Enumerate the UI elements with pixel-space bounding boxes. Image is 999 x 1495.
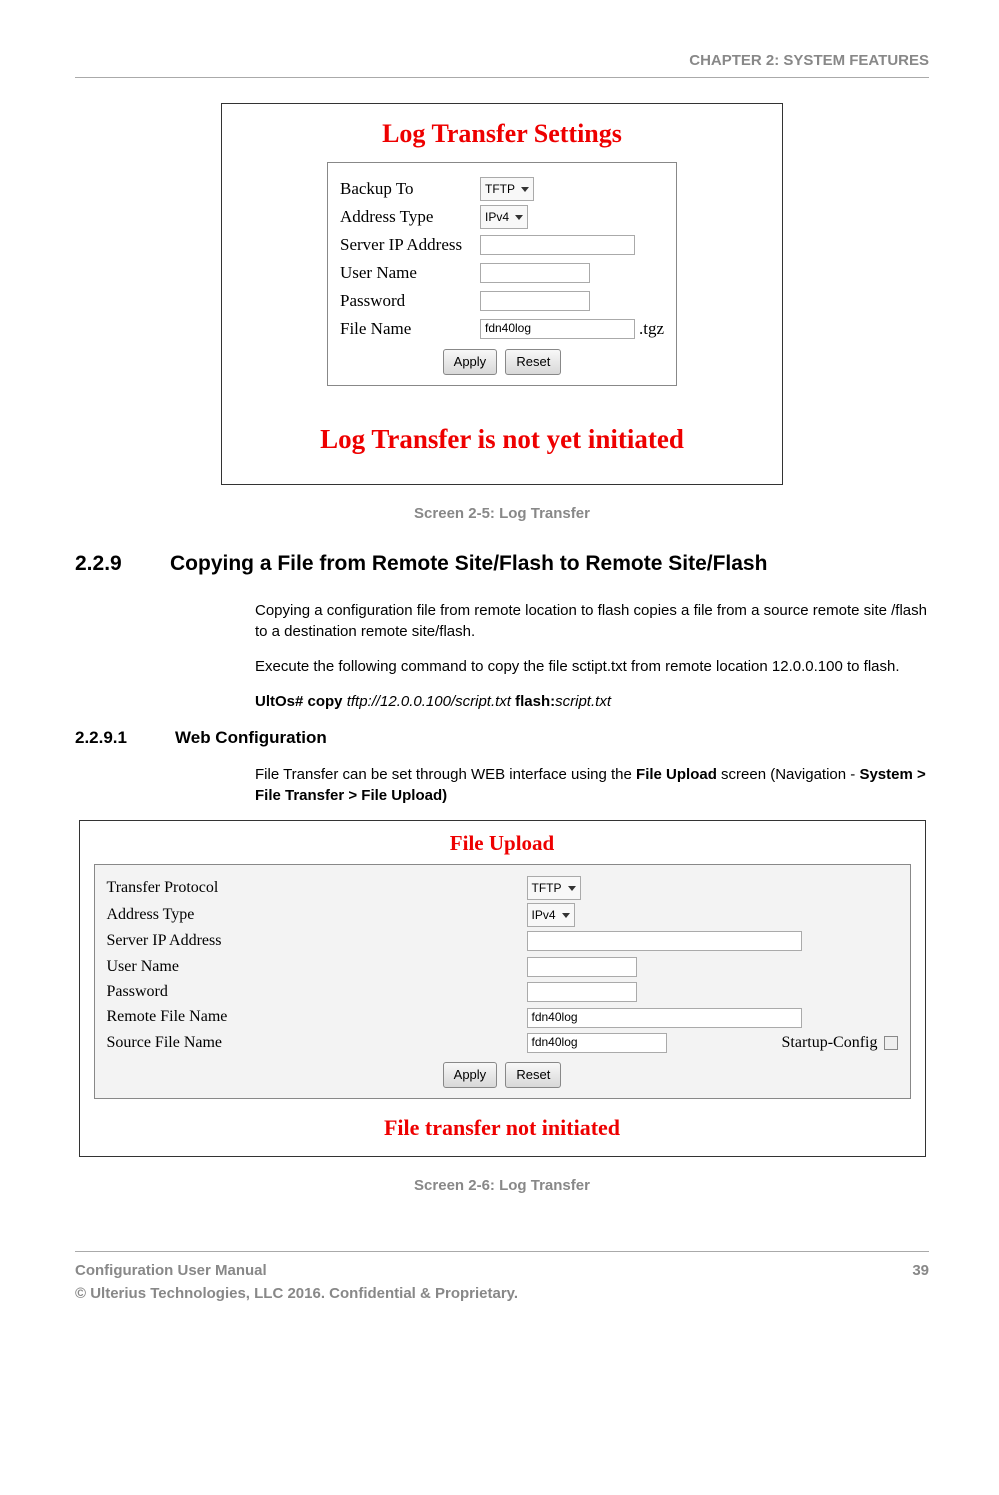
- section-229-body: Copying a configuration file from remote…: [255, 600, 929, 712]
- file-upload-title: File Upload: [80, 829, 925, 858]
- username-input-2[interactable]: [527, 957, 637, 977]
- page-number: 39: [912, 1260, 929, 1305]
- startup-config-checkbox[interactable]: [884, 1036, 898, 1050]
- log-transfer-form: Backup To TFTP Address Type IPv4 Server …: [327, 162, 677, 385]
- source-file-input[interactable]: fdn40log: [527, 1033, 667, 1053]
- file-upload-screenshot: File Upload Transfer Protocol TFTP Addre…: [79, 820, 926, 1157]
- chevron-down-icon: [562, 913, 570, 918]
- log-transfer-status: Log Transfer is not yet initiated: [232, 421, 772, 459]
- remote-file-label: Remote File Name: [107, 1006, 527, 1028]
- chevron-down-icon: [568, 886, 576, 891]
- password-label-2: Password: [107, 981, 527, 1003]
- file-upload-form: Transfer Protocol TFTP Address Type IPv4…: [94, 864, 911, 1099]
- backup-to-select[interactable]: TFTP: [480, 177, 534, 201]
- password-input[interactable]: [480, 291, 590, 311]
- section-2291-body: File Transfer can be set through WEB int…: [255, 764, 929, 806]
- log-transfer-title: Log Transfer Settings: [232, 116, 772, 152]
- startup-config-label: Startup-Config: [782, 1032, 878, 1054]
- address-type-label-2: Address Type: [107, 904, 527, 926]
- caption-2-5: Screen 2-5: Log Transfer: [75, 503, 929, 524]
- section-2291-heading: 2.2.9.1 Web Configuration: [75, 726, 929, 750]
- address-type-select[interactable]: IPv4: [480, 205, 528, 229]
- filename-label: File Name: [340, 317, 480, 341]
- username-label-2: User Name: [107, 956, 527, 978]
- backup-to-label: Backup To: [340, 177, 480, 201]
- server-ip-input[interactable]: [480, 235, 635, 255]
- address-type-label: Address Type: [340, 205, 480, 229]
- command-line: UltOs# copy tftp://12.0.0.100/script.txt…: [255, 691, 929, 712]
- source-file-label: Source File Name: [107, 1032, 527, 1054]
- page-footer: Configuration User Manual © Ulterius Tec…: [75, 1251, 929, 1305]
- reset-button-2[interactable]: Reset: [505, 1062, 561, 1088]
- footer-copyright: © Ulterius Technologies, LLC 2016. Confi…: [75, 1283, 518, 1306]
- footer-title: Configuration User Manual: [75, 1260, 518, 1283]
- username-input[interactable]: [480, 263, 590, 283]
- chapter-header: CHAPTER 2: SYSTEM FEATURES: [75, 50, 929, 78]
- section-229-heading: 2.2.9 Copying a File from Remote Site/Fl…: [75, 549, 929, 578]
- apply-button-2[interactable]: Apply: [443, 1062, 498, 1088]
- protocol-label: Transfer Protocol: [107, 877, 527, 899]
- file-upload-status: File transfer not initiated: [80, 1113, 925, 1144]
- server-ip-label-2: Server IP Address: [107, 930, 527, 952]
- filename-input[interactable]: fdn40log: [480, 319, 635, 339]
- filename-ext: .tgz: [639, 317, 664, 341]
- protocol-select[interactable]: TFTP: [527, 876, 581, 900]
- username-label: User Name: [340, 261, 480, 285]
- apply-button[interactable]: Apply: [443, 349, 498, 375]
- password-input-2[interactable]: [527, 982, 637, 1002]
- remote-file-input[interactable]: fdn40log: [527, 1008, 802, 1028]
- chevron-down-icon: [515, 215, 523, 220]
- password-label: Password: [340, 289, 480, 313]
- reset-button[interactable]: Reset: [505, 349, 561, 375]
- address-type-select-2[interactable]: IPv4: [527, 903, 575, 927]
- log-transfer-screenshot: Log Transfer Settings Backup To TFTP Add…: [221, 103, 783, 485]
- caption-2-6: Screen 2-6: Log Transfer: [75, 1175, 929, 1196]
- server-ip-input-2[interactable]: [527, 931, 802, 951]
- server-ip-label: Server IP Address: [340, 233, 480, 257]
- chevron-down-icon: [521, 187, 529, 192]
